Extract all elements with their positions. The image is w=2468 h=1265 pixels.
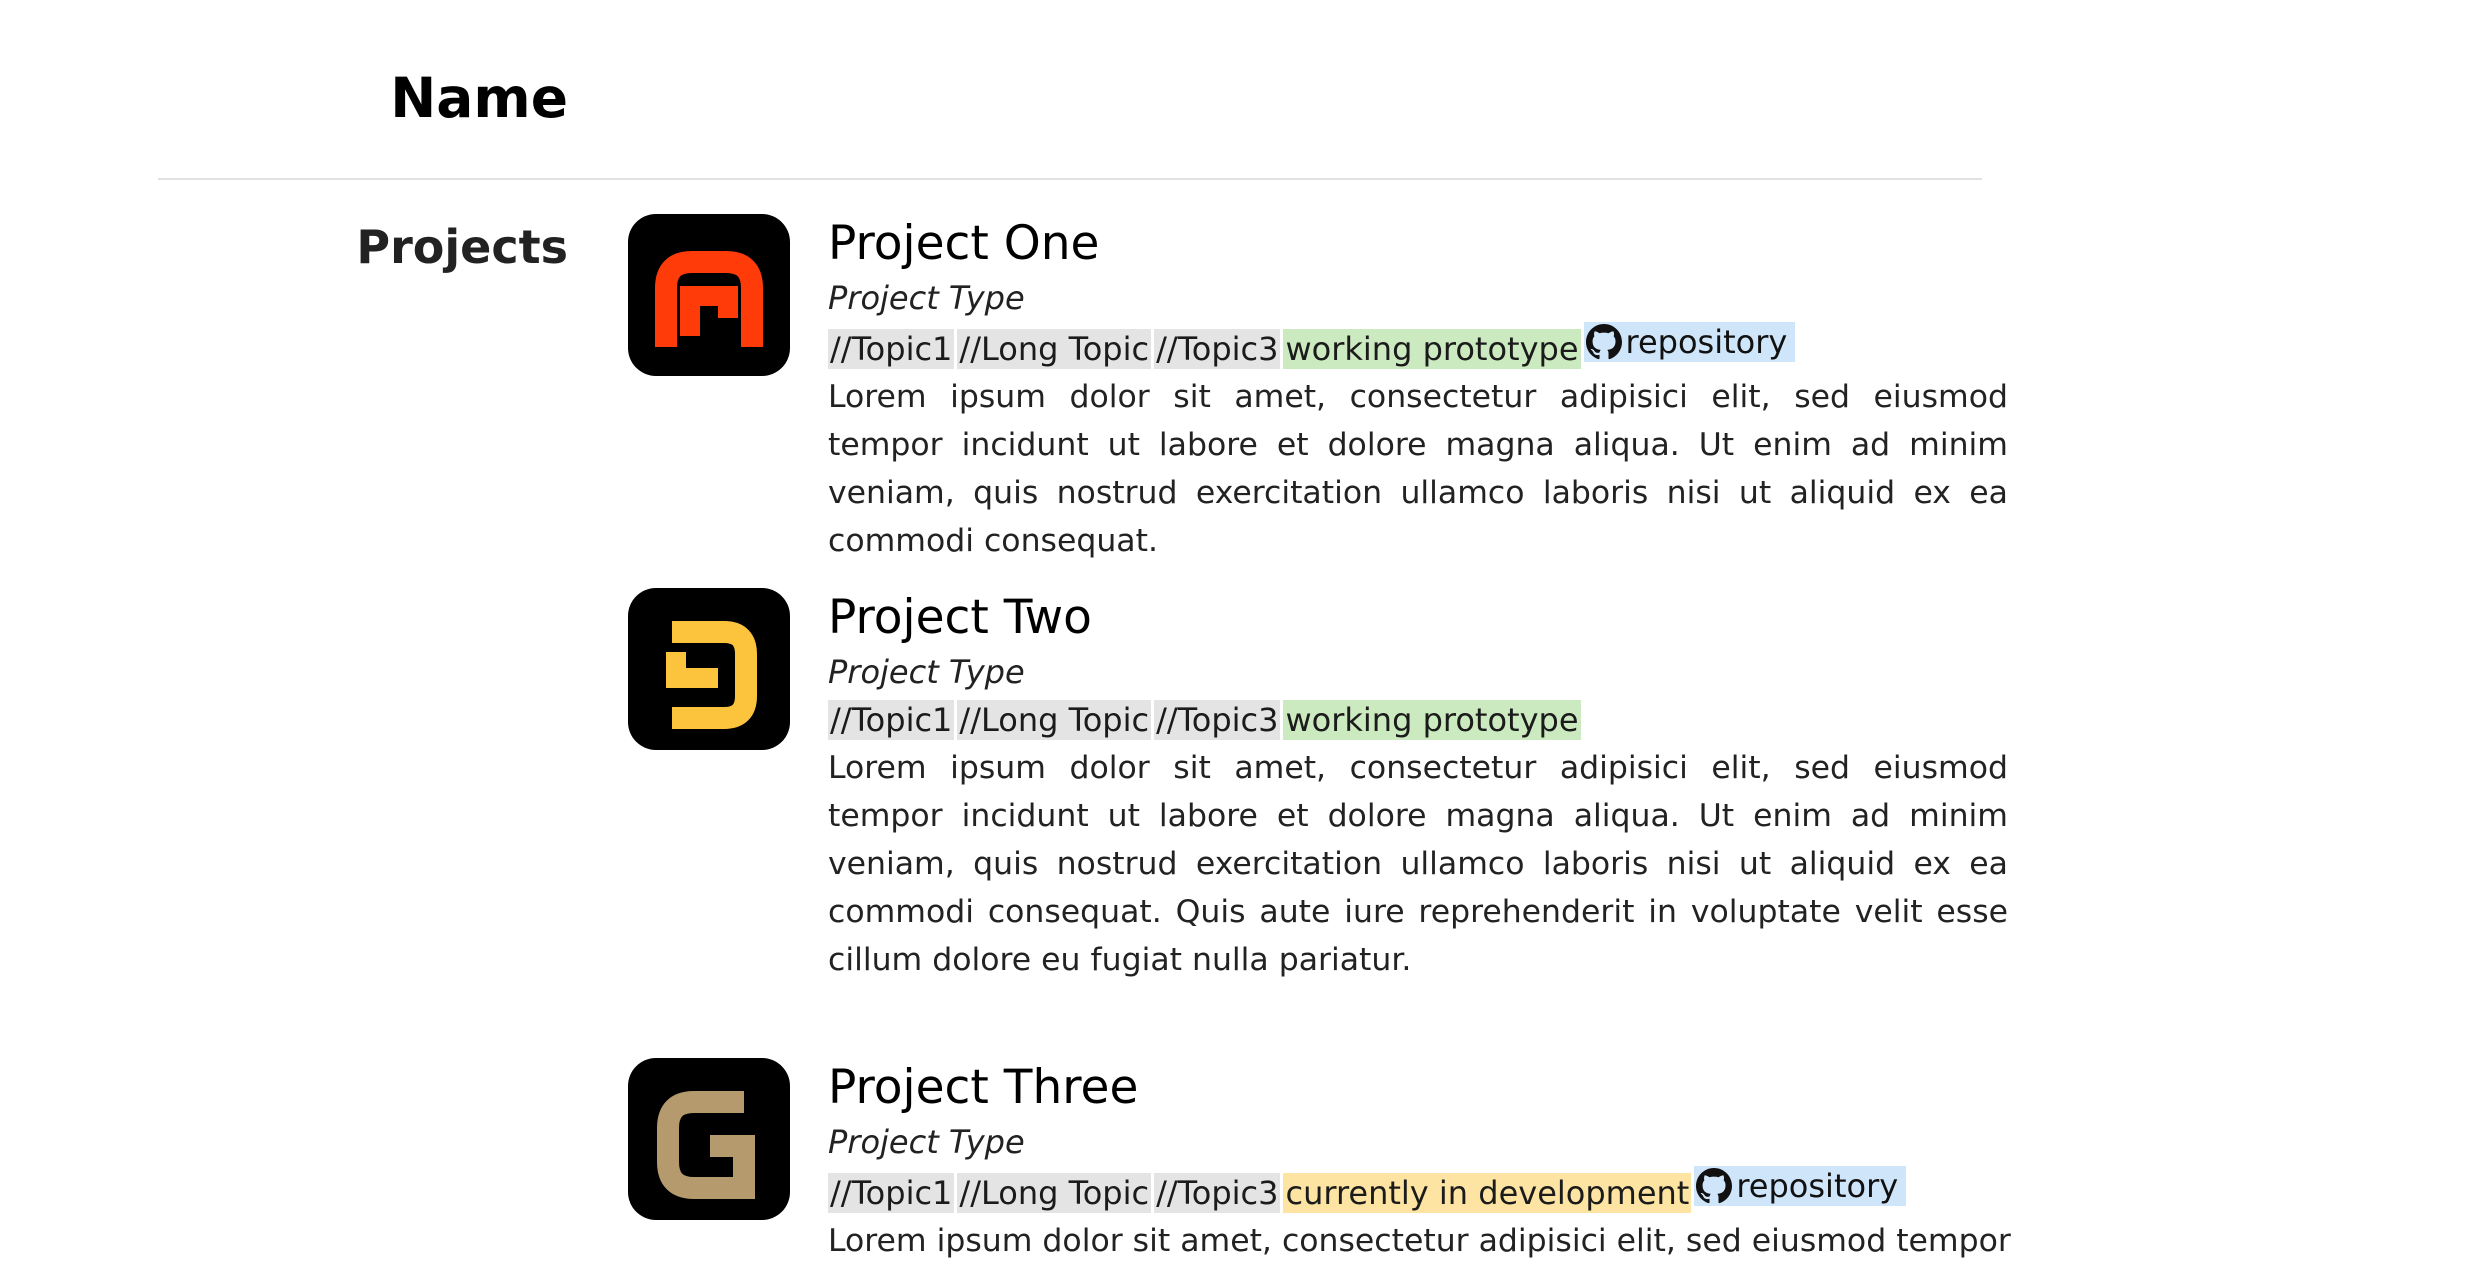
- project-type: Project Type: [828, 653, 1025, 691]
- topic-tag[interactable]: //Topic3: [1154, 329, 1281, 369]
- status-badge: working prototype: [1283, 329, 1581, 369]
- topic-tag[interactable]: //Long Topic: [957, 1173, 1152, 1213]
- topic-tag[interactable]: //Long Topic: [957, 700, 1152, 740]
- project-tags: //Topic1//Long Topic//Topic3 currently in…: [828, 1166, 2008, 1217]
- topic-tag[interactable]: //Topic3: [1154, 700, 1281, 740]
- project-card-2: Project Two Project Type //Topic1//Long …: [628, 588, 2008, 1008]
- github-icon: [1585, 324, 1622, 360]
- project-card-1: Project One Project Type //Topic1//Long …: [628, 214, 2008, 559]
- project-title[interactable]: Project Three: [828, 1058, 2008, 1118]
- project-logo-glyph-icon: [657, 1091, 755, 1199]
- topic-tag[interactable]: //Topic1: [828, 329, 955, 369]
- page-title: Name: [390, 66, 568, 130]
- status-badge: working prototype: [1283, 700, 1581, 740]
- status-badge: currently in development: [1283, 1173, 1692, 1213]
- project-description: Lorem ipsum dolor sit amet, consectetur …: [828, 379, 2008, 559]
- project-description: Lorem ipsum dolor sit amet, consectetur …: [828, 750, 2008, 978]
- github-icon: [1696, 1168, 1733, 1204]
- repository-link[interactable]: repository: [1694, 1166, 1907, 1206]
- project-type: Project Type: [828, 279, 1025, 317]
- project-logo[interactable]: [628, 1058, 790, 1220]
- project-description: Lorem ipsum dolor sit amet, consectetur …: [828, 1223, 2011, 1259]
- topic-tag[interactable]: //Topic1: [828, 700, 955, 740]
- section-label-projects: Projects: [356, 220, 568, 274]
- project-title[interactable]: Project One: [828, 214, 2008, 274]
- project-title[interactable]: Project Two: [828, 588, 2008, 648]
- project-tags: //Topic1//Long Topic//Topic3 working prot…: [828, 322, 2008, 373]
- repository-link[interactable]: repository: [1583, 322, 1796, 362]
- project-type: Project Type: [828, 1123, 1025, 1161]
- project-logo-glyph-icon: [666, 621, 757, 729]
- repository-label: repository: [1736, 1167, 1899, 1205]
- project-tags: //Topic1//Long Topic//Topic3 working prot…: [828, 696, 2008, 744]
- divider: [158, 178, 1982, 180]
- topic-tag[interactable]: //Topic3: [1154, 1173, 1281, 1213]
- topic-tag[interactable]: //Topic1: [828, 1173, 955, 1213]
- page: Name Projects Project One Project Type /…: [0, 0, 2468, 1259]
- repository-label: repository: [1625, 323, 1788, 361]
- project-logo[interactable]: [628, 214, 790, 376]
- project-logo-glyph-icon: [655, 251, 763, 347]
- project-card-3: Project Three Project Type //Topic1//Lon…: [628, 1058, 2011, 1259]
- project-logo[interactable]: [628, 588, 790, 750]
- topic-tag[interactable]: //Long Topic: [957, 329, 1152, 369]
